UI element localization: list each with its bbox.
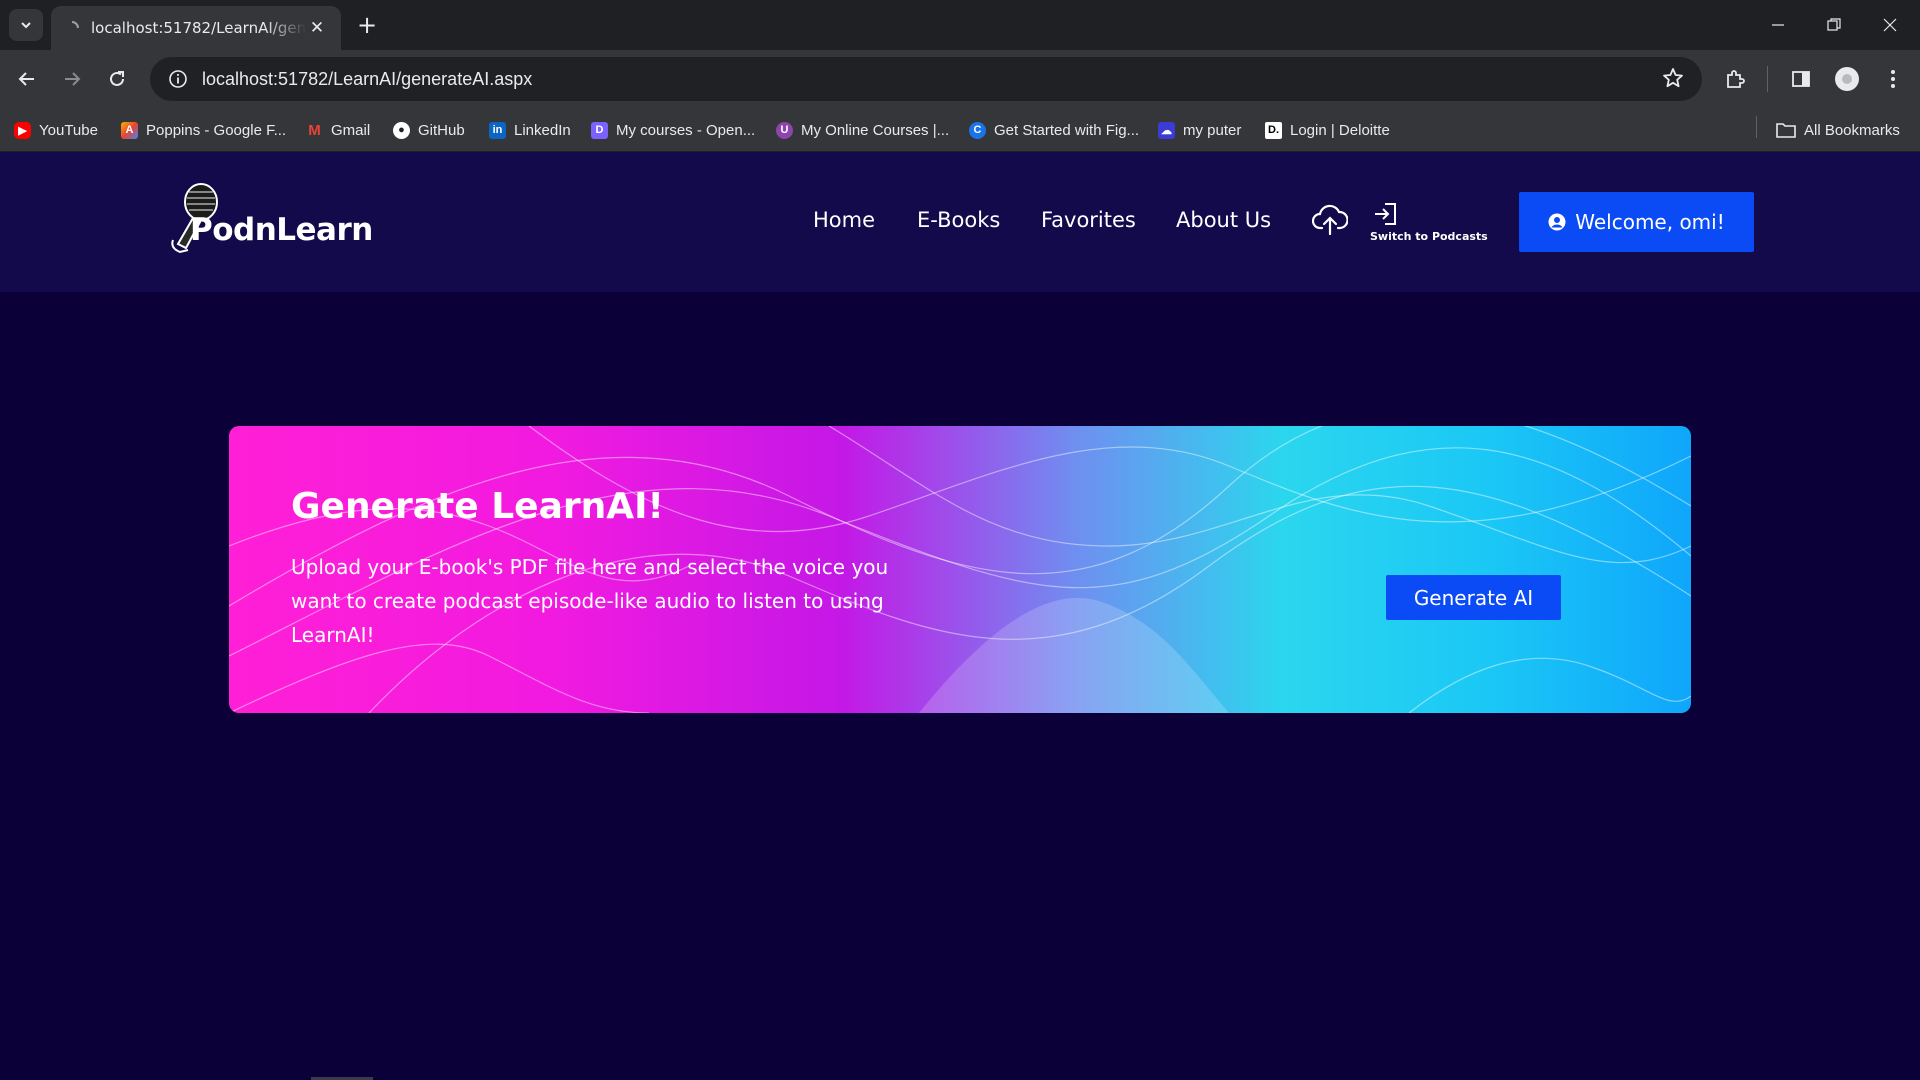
user-circle-icon <box>1548 213 1566 231</box>
welcome-label: Welcome, omi! <box>1575 210 1725 234</box>
tab-search-button[interactable] <box>9 9 43 41</box>
close-window-button[interactable] <box>1862 0 1918 50</box>
bookmarks-bar: ▶ YouTube A Poppins - Google F... M Gmai… <box>0 108 1920 152</box>
bookmark-label: GitHub <box>418 121 465 139</box>
bookmark-label: my puter <box>1183 121 1242 139</box>
github-icon: ● <box>393 121 410 139</box>
bookmark-figma[interactable]: C Get Started with Fig... <box>969 118 1139 142</box>
youtube-icon: ▶ <box>14 121 31 139</box>
tab-close-icon[interactable]: ✕ <box>307 18 327 38</box>
bookmark-youtube[interactable]: ▶ YouTube <box>14 118 98 142</box>
more-vert-icon <box>1891 70 1895 88</box>
arrow-left-icon <box>18 72 34 86</box>
banner-title: Generate LearnAI! <box>291 486 664 527</box>
site-header: PodnLearn Home E-Books Favorites About U… <box>0 152 1920 292</box>
loading-spinner-icon <box>71 21 79 29</box>
nav-ebooks[interactable]: E-Books <box>917 208 1000 232</box>
bookmarks-divider <box>1756 116 1757 138</box>
avatar <box>1835 67 1859 91</box>
puzzle-icon <box>1727 70 1745 88</box>
generate-ai-button[interactable]: Generate AI <box>1386 575 1561 620</box>
active-tab[interactable]: localhost:51782/LearnAI/generateAI.aspx … <box>51 6 341 50</box>
restore-icon <box>1827 18 1841 31</box>
bookmark-gmail[interactable]: M Gmail <box>306 118 370 142</box>
forward-button[interactable] <box>55 62 89 96</box>
minimize-button[interactable] <box>1750 0 1806 50</box>
extensions-button[interactable] <box>1718 62 1752 96</box>
bookmark-online-courses[interactable]: U My Online Courses |... <box>776 118 949 142</box>
reload-button[interactable] <box>100 62 134 96</box>
menu-button[interactable] <box>1876 62 1910 96</box>
linkedin-icon: in <box>489 121 506 139</box>
all-bookmarks-label: All Bookmarks <box>1804 121 1900 139</box>
bookmark-label: My courses - Open... <box>616 121 756 139</box>
browser-tab-strip: localhost:51782/LearnAI/generateAI.aspx … <box>0 0 1920 50</box>
nav-favorites[interactable]: Favorites <box>1041 208 1136 232</box>
switch-to-podcasts-label: Switch to Podcasts <box>1370 230 1488 243</box>
gmail-icon: M <box>308 121 321 139</box>
nav-home[interactable]: Home <box>813 208 875 232</box>
courses-icon: D <box>591 121 608 139</box>
bookmark-my-puter[interactable]: ☁ my puter <box>1158 118 1241 142</box>
all-bookmarks-button[interactable]: All Bookmarks <box>1776 118 1900 142</box>
side-panel-icon <box>1792 71 1810 87</box>
bookmark-label: Gmail <box>331 121 371 139</box>
google-fonts-icon: A <box>121 121 138 139</box>
address-bar[interactable]: localhost:51782/LearnAI/generateAI.aspx <box>150 57 1702 101</box>
sign-in-icon <box>1375 203 1396 225</box>
bookmark-linkedin[interactable]: in LinkedIn <box>489 118 571 142</box>
bookmark-github[interactable]: ● GitHub <box>393 118 465 142</box>
side-panel-button[interactable] <box>1784 62 1818 96</box>
site-logo[interactable]: PodnLearn <box>168 182 388 262</box>
switch-to-podcasts-link[interactable]: Switch to Podcasts <box>1368 203 1488 244</box>
browser-toolbar: localhost:51782/LearnAI/generateAI.aspx <box>0 50 1920 108</box>
online-courses-icon: U <box>776 121 793 139</box>
reload-icon <box>110 71 124 86</box>
bookmark-google-fonts[interactable]: A Poppins - Google F... <box>121 118 286 142</box>
arrow-right-icon <box>65 72 81 86</box>
cloud-upload-icon[interactable] <box>1311 204 1349 240</box>
bookmark-my-courses[interactable]: D My courses - Open... <box>591 118 755 142</box>
nav-about-us[interactable]: About Us <box>1176 208 1271 232</box>
url-text[interactable]: localhost:51782/LearnAI/generateAI.aspx <box>202 69 532 90</box>
bookmark-label: YouTube <box>39 121 98 139</box>
puter-icon: ☁ <box>1158 121 1175 139</box>
bookmark-star-icon[interactable] <box>1662 67 1684 93</box>
new-tab-button[interactable]: + <box>352 10 382 40</box>
bookmark-label: My Online Courses |... <box>801 121 950 139</box>
folder-icon <box>1776 123 1796 138</box>
site-info-icon[interactable] <box>156 69 200 89</box>
chevron-down-icon <box>21 22 31 29</box>
tab-title: localhost:51782/LearnAI/generateAI.aspx <box>91 19 307 37</box>
bookmark-label: Login | Deloitte <box>1290 121 1390 139</box>
banner-description: Upload your E-book's PDF file here and s… <box>291 555 889 647</box>
bookmark-label: LinkedIn <box>514 121 571 139</box>
minimize-icon <box>1772 24 1784 26</box>
back-button[interactable] <box>10 62 44 96</box>
welcome-user-button[interactable]: Welcome, omi! <box>1519 192 1754 252</box>
deloitte-icon: D. <box>1265 121 1282 139</box>
profile-button[interactable] <box>1830 62 1864 96</box>
toolbar-divider <box>1767 66 1768 92</box>
close-icon <box>1883 18 1897 32</box>
bookmark-deloitte[interactable]: D. Login | Deloitte <box>1265 118 1390 142</box>
generate-ai-banner: Generate LearnAI! Upload your E-book's P… <box>229 426 1691 713</box>
restore-button[interactable] <box>1806 0 1862 50</box>
figma-c-icon: C <box>969 121 986 139</box>
bookmark-label: Poppins - Google F... <box>146 121 287 139</box>
bookmark-label: Get Started with Fig... <box>994 121 1140 139</box>
logo-text: PodnLearn <box>190 212 373 248</box>
